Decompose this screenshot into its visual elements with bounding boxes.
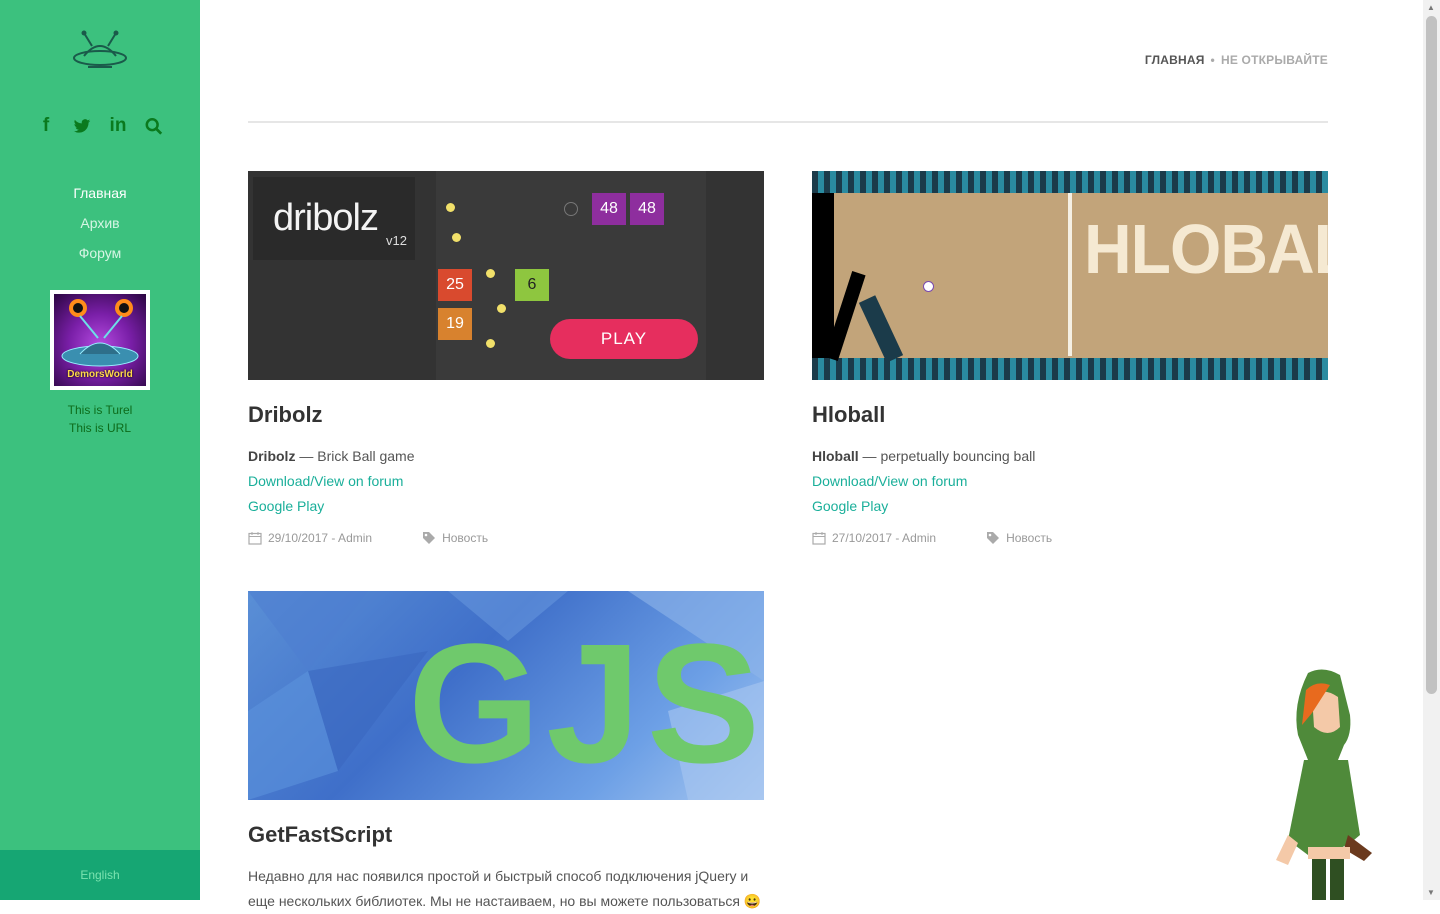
post-date-author[interactable]: 27/10/2017 - Admin	[832, 531, 936, 545]
excerpt-bold: Hloball	[812, 448, 859, 464]
google-play-link[interactable]: Google Play	[812, 494, 1328, 519]
game-ball	[497, 304, 506, 313]
post-card-getfastscript: GJS GetFastScript Недавно для нас появил…	[248, 591, 764, 914]
breadcrumb-home[interactable]: ГЛАВНАЯ	[1145, 53, 1205, 67]
mascot-character-image	[1276, 669, 1372, 900]
tag-icon	[423, 532, 436, 544]
language-switcher[interactable]: English	[0, 850, 200, 900]
dribolz-version: v12	[386, 233, 407, 248]
post-thumbnail[interactable]: dribolz v12 48 48 25 6 19 PLAY	[248, 171, 764, 380]
post-excerpt: Hloball — perpetually bouncing ball Down…	[812, 444, 1328, 519]
gjs-logo-text: GJS	[408, 609, 764, 799]
game-ball	[486, 339, 495, 348]
dribolz-logo: dribolz v12	[253, 177, 415, 260]
tag-icon	[987, 532, 1000, 544]
breadcrumb: ГЛАВНАЯ • НЕ ОТКРЫВАЙТЕ	[1145, 53, 1328, 67]
game-block: 19	[438, 308, 472, 340]
search-icon[interactable]	[145, 116, 163, 136]
launch-point	[564, 202, 578, 216]
tagline: This is Turel This is URL	[0, 401, 200, 437]
avatar-image: DemorsWorld	[54, 294, 146, 386]
forum-link[interactable]: Download/View on forum	[812, 469, 1328, 494]
header-divider	[248, 121, 1328, 123]
forum-link[interactable]: Download/View on forum	[248, 469, 764, 494]
nav-item-forum[interactable]: Форум	[0, 238, 200, 268]
game-block: 48	[630, 193, 664, 225]
ufo-logo-icon[interactable]	[70, 28, 130, 76]
post-title[interactable]: Hloball	[812, 402, 1328, 428]
post-meta: 27/10/2017 - Admin Новость	[812, 531, 1328, 545]
hloball-obstacle	[858, 295, 904, 363]
post-category[interactable]: Новость	[1006, 531, 1052, 545]
post-thumbnail[interactable]: HLOBALL	[812, 171, 1328, 380]
post-thumbnail[interactable]: GJS	[248, 591, 764, 800]
game-ball	[486, 269, 495, 278]
tagline-line-1: This is Turel	[67, 403, 133, 417]
nav-item-archive[interactable]: Архив	[0, 208, 200, 238]
post-excerpt: Dribolz — Brick Ball game Download/View …	[248, 444, 764, 519]
nav-item-home[interactable]: Главная	[0, 178, 200, 208]
scroll-up-icon[interactable]: ▲	[1427, 3, 1435, 12]
hloball-ball	[923, 281, 934, 292]
avatar[interactable]: DemorsWorld	[50, 290, 150, 390]
facebook-icon[interactable]: f	[37, 115, 55, 136]
sidebar: f in Главная Архив Форум DemorsWorld Thi…	[0, 0, 200, 900]
post-card-dribolz: dribolz v12 48 48 25 6 19 PLAY Dribolz D…	[248, 171, 764, 545]
hloball-top-band	[812, 171, 1328, 193]
breadcrumb-current: НЕ ОТКРЫВАЙТЕ	[1220, 53, 1328, 67]
page-scrollbar[interactable]: ▲ ▼	[1423, 0, 1440, 900]
scrollbar-thumb[interactable]	[1426, 16, 1437, 694]
excerpt-text: — perpetually bouncing ball	[858, 448, 1036, 464]
play-button-graphic: PLAY	[550, 319, 698, 359]
post-title[interactable]: GetFastScript	[248, 822, 764, 848]
breadcrumb-separator: •	[1210, 53, 1215, 67]
main-nav: Главная Архив Форум	[0, 178, 200, 268]
game-block: 6	[515, 269, 549, 301]
twitter-icon[interactable]	[73, 116, 91, 136]
game-ball	[446, 203, 455, 212]
excerpt-text: — Brick Ball game	[295, 448, 415, 464]
post-excerpt: Недавно для нас появился простой и быстр…	[248, 868, 762, 909]
scroll-down-icon[interactable]: ▼	[1427, 888, 1435, 897]
hloball-divider	[1068, 193, 1072, 356]
post-category[interactable]: Новость	[442, 531, 488, 545]
post-meta: 29/10/2017 - Admin Новость	[248, 531, 764, 545]
game-block: 48	[592, 193, 626, 225]
linkedin-icon[interactable]: in	[109, 115, 127, 136]
game-block: 25	[438, 269, 472, 301]
game-ball	[452, 233, 461, 242]
hloball-logo-text: HLOBALL	[1084, 210, 1328, 288]
post-title[interactable]: Dribolz	[248, 402, 764, 428]
calendar-icon	[248, 532, 262, 545]
post-date-author[interactable]: 29/10/2017 - Admin	[268, 531, 372, 545]
avatar-label: DemorsWorld	[67, 369, 133, 380]
tagline-line-2: This is URL	[68, 421, 131, 435]
hloball-wall	[812, 193, 834, 358]
dribolz-logo-text: dribolz	[273, 197, 379, 239]
google-play-link[interactable]: Google Play	[248, 494, 764, 519]
social-links: f in	[0, 115, 200, 136]
excerpt-bold: Dribolz	[248, 448, 296, 464]
post-card-hloball: HLOBALL Hloball Hloball — perpetually bo…	[812, 171, 1328, 545]
calendar-icon	[812, 532, 826, 545]
